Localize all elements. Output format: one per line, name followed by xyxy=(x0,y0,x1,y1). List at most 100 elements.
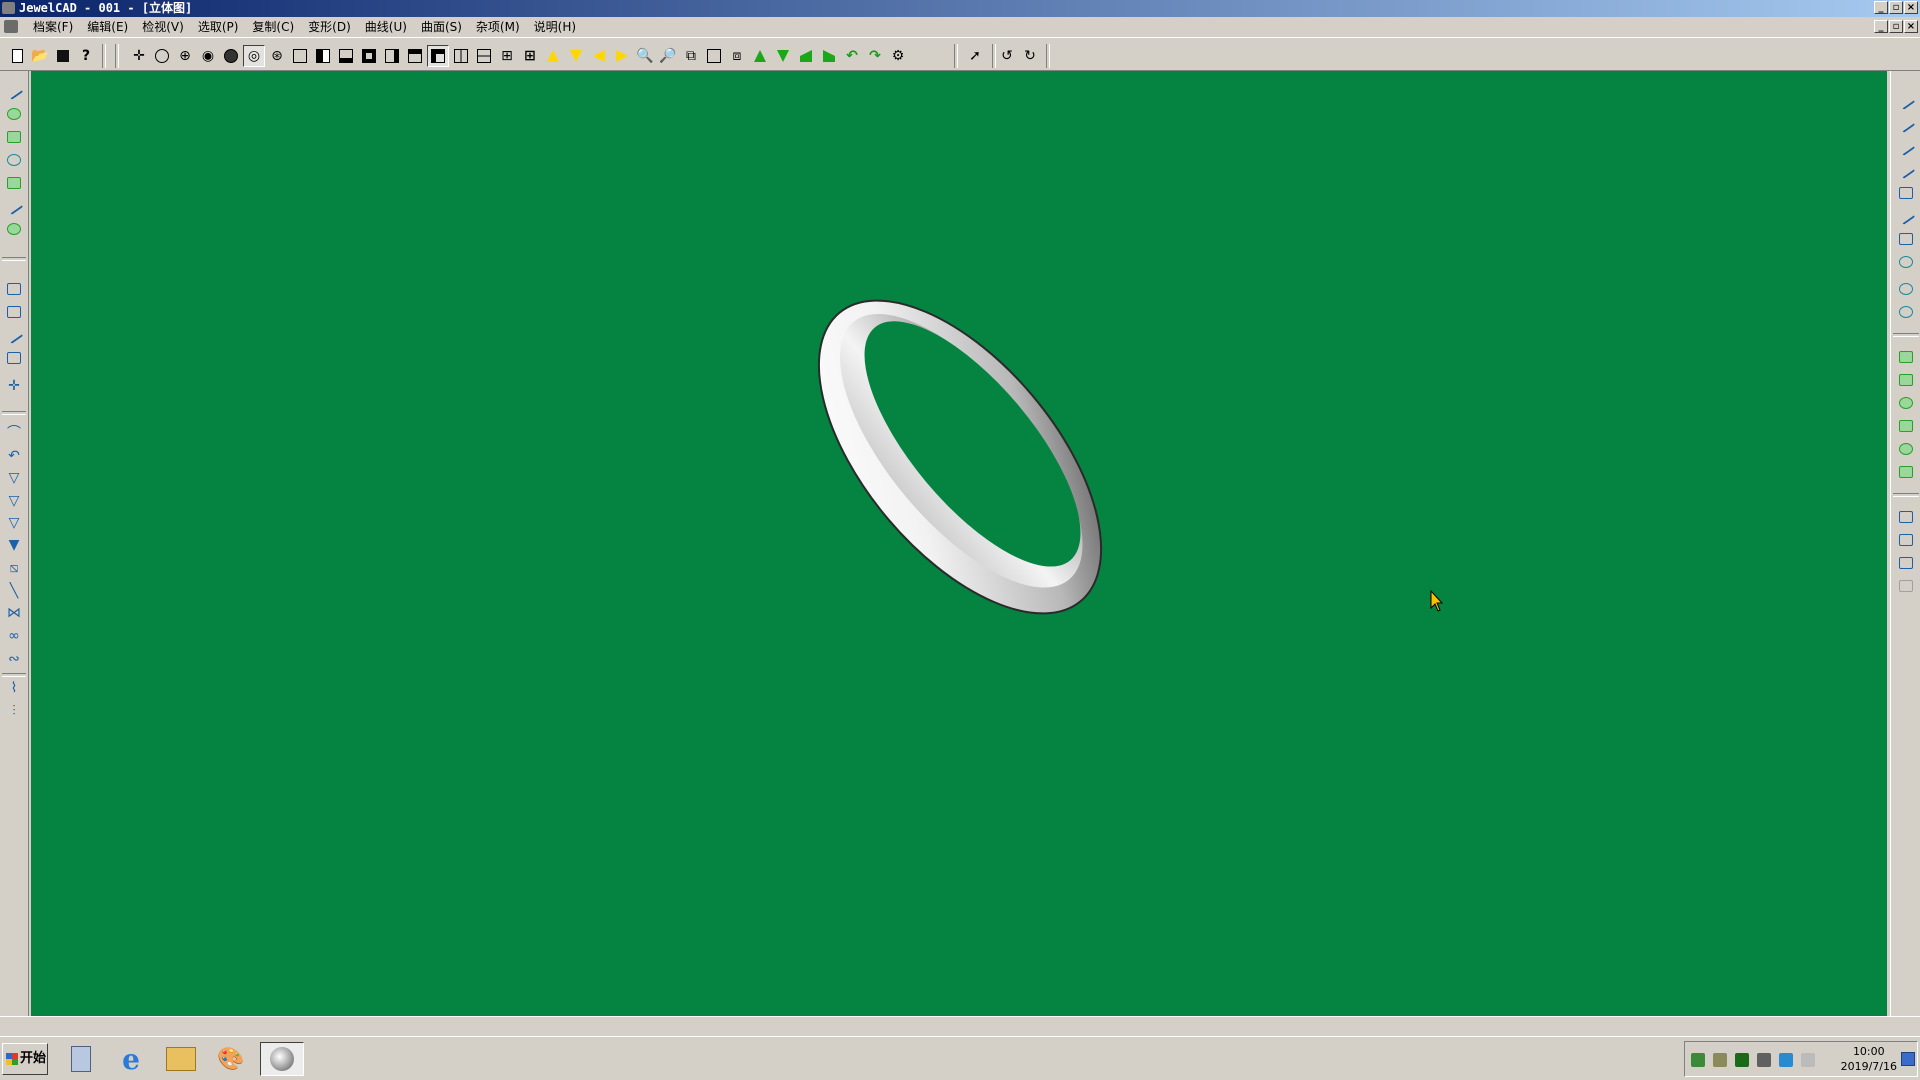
jewelcad-taskbar-icon[interactable] xyxy=(260,1042,304,1076)
menu-help[interactable]: 说明(H) xyxy=(527,17,583,37)
surface-tube-icon[interactable] xyxy=(1896,462,1916,482)
four-views-icon[interactable]: ⊞ xyxy=(496,45,518,67)
view-setting-icon[interactable]: ⚙ xyxy=(887,45,909,67)
menu-deform[interactable]: 变形(D) xyxy=(301,17,358,37)
rendered-sphere-icon[interactable]: ◎ xyxy=(243,45,265,67)
curve-line-icon[interactable] xyxy=(1896,206,1916,226)
wireframe-icon[interactable] xyxy=(151,45,173,67)
curve-bezier-icon[interactable] xyxy=(1896,137,1916,157)
mdi-minimize-button[interactable]: _ xyxy=(1874,20,1888,33)
rotate-cw-icon[interactable]: ↷ xyxy=(864,45,886,67)
move-left-icon[interactable] xyxy=(795,45,817,67)
surface-revolve-icon[interactable] xyxy=(1896,370,1916,390)
layer-corner-icon[interactable] xyxy=(1896,553,1916,573)
curve-tool-icon[interactable] xyxy=(1896,91,1916,111)
ring-model[interactable] xyxy=(31,71,1887,1016)
show-desktop-icon[interactable] xyxy=(1901,1052,1915,1066)
grid-views-icon[interactable]: ⊞ xyxy=(519,45,541,67)
curve-node-icon[interactable] xyxy=(1896,114,1916,134)
cone-icon[interactable] xyxy=(4,325,24,345)
move-right-icon[interactable] xyxy=(818,45,840,67)
minimize-button[interactable]: _ xyxy=(1874,1,1888,14)
pick-group-icon[interactable] xyxy=(4,219,24,239)
menu-surface[interactable]: 曲面(S) xyxy=(414,17,469,37)
zoom-window-icon[interactable]: ⧉ xyxy=(680,45,702,67)
rotate-ccw-icon[interactable]: ↶ xyxy=(841,45,863,67)
close-button[interactable]: × xyxy=(1904,1,1918,14)
new-file-icon[interactable] xyxy=(6,45,28,67)
view-left-icon[interactable] xyxy=(312,45,334,67)
rotate-up-icon[interactable] xyxy=(542,45,564,67)
redo-icon[interactable]: ↻ xyxy=(1019,45,1041,67)
menu-file[interactable]: 档案(F) xyxy=(26,17,80,37)
surface-loft-icon[interactable] xyxy=(1896,416,1916,436)
crosshair-circle-icon[interactable]: ⊕ xyxy=(174,45,196,67)
pick-object-icon[interactable] xyxy=(4,104,24,124)
select-arrow-icon[interactable]: ➚ xyxy=(964,45,986,67)
axis-icon[interactable]: ✛ xyxy=(4,376,24,396)
point-icon[interactable]: ✛ xyxy=(128,45,150,67)
array-icon[interactable]: ⫶ xyxy=(4,701,24,721)
bowtie-icon[interactable]: ⋈ xyxy=(4,603,24,623)
surface-extrude-icon[interactable] xyxy=(1896,347,1916,367)
mdi-close-button[interactable]: × xyxy=(1904,20,1918,33)
curve-corner-icon[interactable] xyxy=(1896,160,1916,180)
pick-layer-icon[interactable] xyxy=(4,127,24,147)
restore-button[interactable]: ▫ xyxy=(1889,1,1903,14)
tray-app-icon[interactable] xyxy=(1691,1053,1705,1067)
tray-shield-icon[interactable] xyxy=(1779,1053,1793,1067)
rotate-down-icon[interactable] xyxy=(565,45,587,67)
curve-arc-icon[interactable]: ⌒ xyxy=(4,423,24,443)
rotate-left-icon[interactable] xyxy=(588,45,610,67)
menu-select[interactable]: 选取(P) xyxy=(191,17,246,37)
layer-dot-icon[interactable] xyxy=(1896,530,1916,550)
curve-loop-icon[interactable]: ↶ xyxy=(4,446,24,466)
pick-all-icon[interactable] xyxy=(4,173,24,193)
paint-icon[interactable]: 🎨 xyxy=(214,1042,248,1076)
view-filled-icon[interactable] xyxy=(358,45,380,67)
diagonal-icon[interactable]: ⧅ xyxy=(4,558,24,578)
view-corner-icon[interactable] xyxy=(427,45,449,67)
menu-edit[interactable]: 编辑(E) xyxy=(80,17,135,37)
tray-network-icon[interactable] xyxy=(1735,1053,1749,1067)
surface-twist-icon[interactable] xyxy=(1896,439,1916,459)
internet-explorer-icon[interactable]: e xyxy=(114,1042,148,1076)
zoom-out-icon[interactable]: 🔎 xyxy=(657,45,679,67)
layer-empty-icon[interactable] xyxy=(1896,576,1916,596)
document-icon[interactable] xyxy=(4,20,18,33)
move-up-icon[interactable] xyxy=(749,45,771,67)
volume-icon[interactable] xyxy=(1801,1053,1815,1067)
undo-icon[interactable]: ↺ xyxy=(996,45,1018,67)
circle-small-icon[interactable] xyxy=(1896,252,1916,272)
triangle-down-icon[interactable]: ▽ xyxy=(4,468,24,488)
curve-frame-icon[interactable] xyxy=(1896,183,1916,203)
menu-curve[interactable]: 曲线(U) xyxy=(358,17,414,37)
mdi-restore-button[interactable]: ▫ xyxy=(1889,20,1903,33)
app-icon[interactable] xyxy=(2,2,15,14)
surface-sweep-icon[interactable] xyxy=(1896,393,1916,413)
clock[interactable]: 10:00 2019/7/16 xyxy=(1841,1044,1897,1074)
diagonal-bold-icon[interactable]: ╲ xyxy=(4,581,24,601)
select-tool-icon[interactable] xyxy=(4,81,24,101)
circle-icon[interactable] xyxy=(1896,279,1916,299)
curve-star-icon[interactable] xyxy=(1896,229,1916,249)
help-icon[interactable]: ? xyxy=(75,45,97,67)
box-small-icon[interactable] xyxy=(4,279,24,299)
infinity-icon[interactable]: ∞ xyxy=(4,626,24,646)
wave-icon[interactable]: ∾ xyxy=(4,649,24,669)
pick-color-icon[interactable] xyxy=(4,150,24,170)
shaded-sphere-icon[interactable] xyxy=(220,45,242,67)
split-horizontal-icon[interactable] xyxy=(473,45,495,67)
zoom-all-icon[interactable]: ⧈ xyxy=(726,45,748,67)
split-vertical-icon[interactable] xyxy=(450,45,472,67)
block-icon[interactable] xyxy=(4,348,24,368)
triangle-outline-icon[interactable]: ▽ xyxy=(4,513,24,533)
view-top-icon[interactable] xyxy=(404,45,426,67)
menu-copy[interactable]: 复制(C) xyxy=(245,17,301,37)
layer-copy-icon[interactable] xyxy=(1896,507,1916,527)
spline-icon[interactable]: ⌇ xyxy=(4,678,24,698)
arc-icon[interactable] xyxy=(1896,302,1916,322)
tray-keyboard-icon[interactable] xyxy=(1713,1053,1727,1067)
view-box-icon[interactable] xyxy=(289,45,311,67)
pick-chain-icon[interactable] xyxy=(4,196,24,216)
